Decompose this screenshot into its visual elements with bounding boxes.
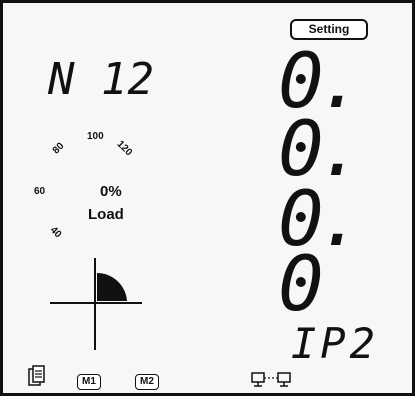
gauge-tick-100: 100 — [87, 131, 104, 142]
m2-button[interactable]: M2 — [135, 374, 159, 390]
gauge-tick-40: 40 — [47, 224, 64, 241]
m1-button[interactable]: M1 — [77, 374, 101, 390]
clipboard-icon[interactable] — [28, 365, 46, 387]
load-label: Load — [88, 206, 124, 223]
readout-line-4: 0 — [278, 239, 324, 328]
gauge-tick-60: 60 — [34, 186, 46, 197]
channel-label: N 12 — [48, 54, 154, 105]
readout-code: IP2 — [291, 319, 379, 368]
gauge-tick-80: 80 — [50, 140, 67, 157]
monitor-link-icon — [251, 372, 291, 387]
lcd-panel: Setting N 12 60 80 100 120 40 0% Load 0.… — [0, 0, 415, 396]
gauge-tick-120: 120 — [114, 138, 135, 159]
load-percent: 0% — [100, 183, 122, 200]
quadrant-icon — [50, 258, 142, 350]
